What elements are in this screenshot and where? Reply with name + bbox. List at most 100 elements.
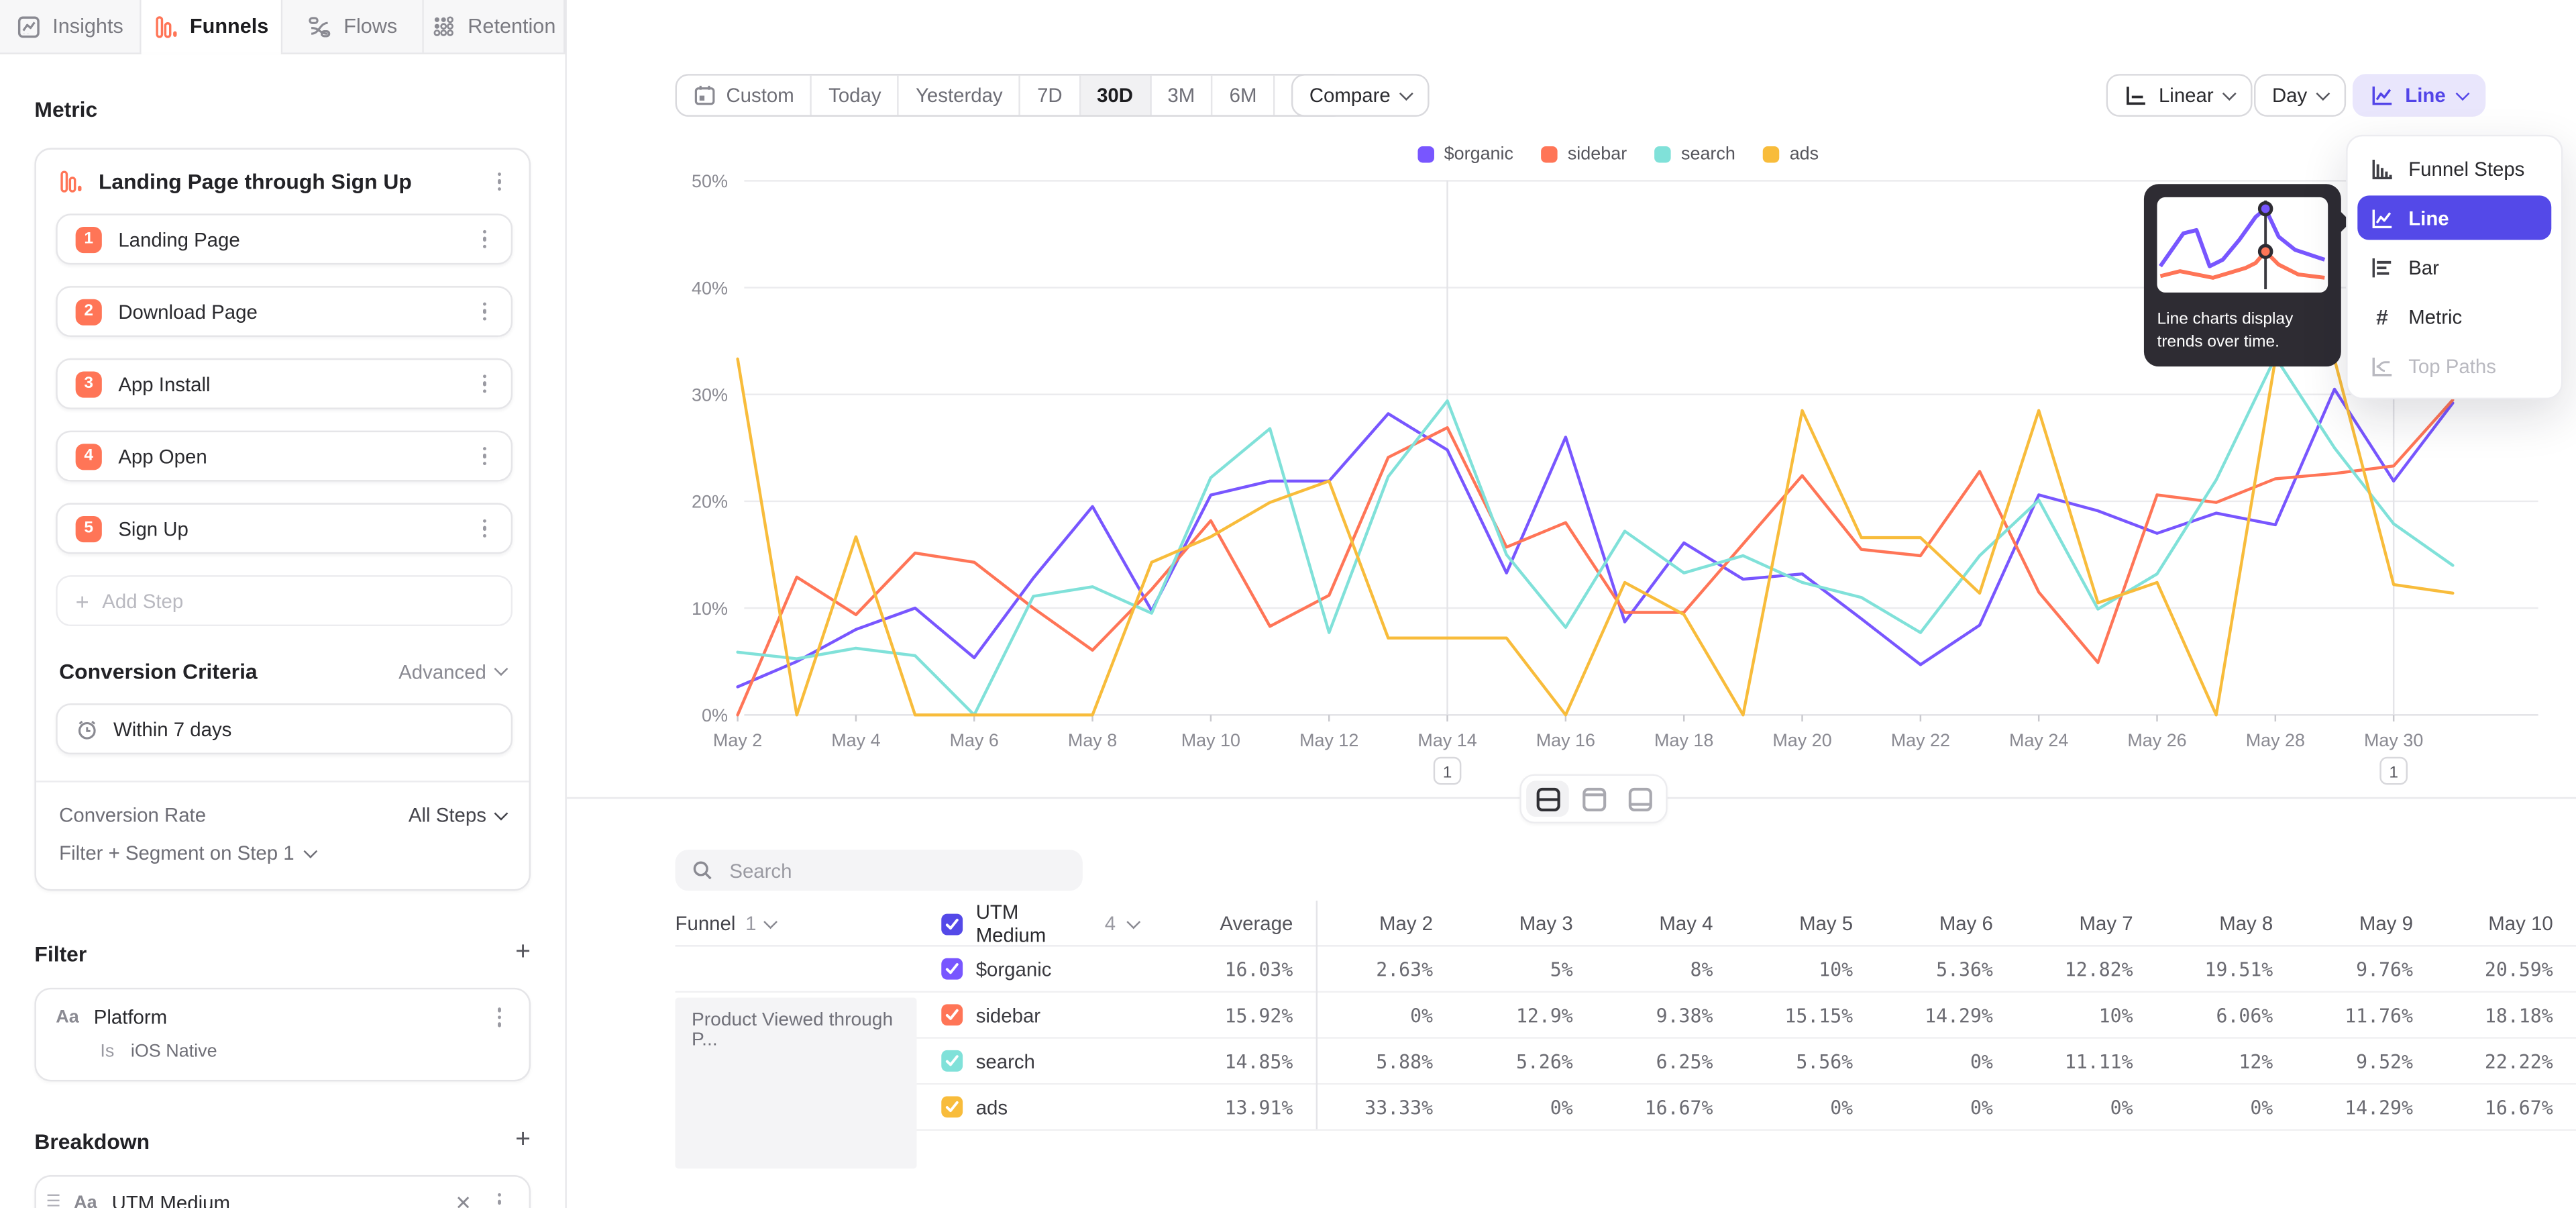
- row-checkbox[interactable]: [941, 1050, 963, 1072]
- series-search: [738, 357, 2453, 715]
- filter-value[interactable]: iOS Native: [131, 1042, 217, 1062]
- range-30d[interactable]: 30D: [1081, 76, 1151, 115]
- add-filter-button[interactable]: +: [515, 940, 531, 966]
- series-name: ads: [976, 1095, 1008, 1118]
- tab-retention[interactable]: Retention: [424, 0, 566, 52]
- filter-segment-toggle[interactable]: Filter + Segment on Step 1: [36, 827, 529, 868]
- series-name: sidebar: [976, 1003, 1040, 1026]
- insights-chart-icon: [16, 14, 41, 39]
- funnel-step-3[interactable]: 3 App Install: [56, 358, 513, 409]
- funnel-kebab-menu[interactable]: [490, 172, 509, 191]
- row-checkbox[interactable]: [941, 1004, 963, 1025]
- add-step-button[interactable]: + Add Step: [56, 575, 513, 626]
- value-cell: 0%: [1876, 1050, 2016, 1072]
- table-search[interactable]: [676, 850, 1083, 891]
- column-header-may-6[interactable]: May 6: [1876, 912, 2016, 935]
- svg-text:50%: 50%: [692, 171, 728, 191]
- breakdown-section-label: Breakdown: [34, 1128, 150, 1153]
- filter-property-name[interactable]: Platform: [94, 1006, 475, 1029]
- value-cell: 19.51%: [2156, 958, 2296, 980]
- interval-select[interactable]: Day: [2254, 74, 2347, 117]
- funnel-step-1[interactable]: 1 Landing Page: [56, 213, 513, 264]
- step-kebab-menu[interactable]: [475, 519, 494, 538]
- criteria-mode-select[interactable]: Advanced: [398, 660, 506, 683]
- value-cell: 16.67%: [2436, 1095, 2576, 1118]
- annotation-badge[interactable]: 1: [1434, 758, 1460, 784]
- average-column-header[interactable]: Average: [1138, 912, 1316, 935]
- select-all-checkbox[interactable]: [941, 913, 963, 934]
- conversion-window-button[interactable]: Within 7 days: [56, 703, 513, 754]
- layout-toggle-table-only[interactable]: [1618, 781, 1661, 817]
- annotation-badge[interactable]: 1: [2381, 758, 2407, 784]
- conversion-rate-label: Conversion Rate: [59, 804, 206, 827]
- tab-funnels[interactable]: Funnels: [142, 0, 283, 52]
- chevron-down-icon: [494, 662, 508, 676]
- menu-item-bar[interactable]: Bar: [2357, 245, 2551, 289]
- column-header-may-2[interactable]: May 2: [1316, 912, 1456, 935]
- add-breakdown-button[interactable]: +: [515, 1127, 531, 1154]
- column-header-may-8[interactable]: May 8: [2156, 912, 2296, 935]
- range-6m[interactable]: 6M: [1213, 76, 1275, 115]
- report-main: CustomTodayYesterday7D30D3M6M12M Compare…: [567, 0, 2576, 1208]
- funnel-name-cell[interactable]: Product Viewed through P...: [676, 998, 917, 1169]
- step-kebab-menu[interactable]: [475, 447, 494, 466]
- menu-item-line[interactable]: Line: [2357, 195, 2551, 240]
- value-cell: 33.33%: [1316, 1095, 1456, 1118]
- breakdown-table: Funnel 1 UTM Medium 4 Average May 2May 3…: [676, 901, 2576, 1131]
- range-7d[interactable]: 7D: [1021, 76, 1081, 115]
- step-kebab-menu[interactable]: [475, 374, 494, 393]
- range-custom[interactable]: Custom: [677, 76, 812, 115]
- tab-insights[interactable]: Insights: [0, 0, 142, 52]
- step-kebab-menu[interactable]: [475, 230, 494, 248]
- flows-icon: [307, 14, 332, 39]
- remove-breakdown-icon[interactable]: ✕: [455, 1191, 472, 1208]
- value-cell: 16.03%: [1138, 958, 1316, 980]
- svg-text:May 16: May 16: [1536, 730, 1595, 750]
- funnel-step-4[interactable]: 4 App Open: [56, 431, 513, 482]
- step-kebab-menu[interactable]: [475, 302, 494, 321]
- compare-button[interactable]: Compare: [1291, 74, 1430, 117]
- menu-item-funnel-steps[interactable]: Funnel Steps: [2357, 146, 2551, 191]
- column-header-may-7[interactable]: May 7: [2016, 912, 2156, 935]
- layout-toggle-chart-only[interactable]: [1572, 781, 1615, 817]
- breakdown-property-name[interactable]: UTM Medium: [112, 1191, 441, 1208]
- column-header-may-5[interactable]: May 5: [1736, 912, 1876, 935]
- chart-type-menu: Funnel StepsLineBar#MetricTop Paths: [2346, 135, 2563, 399]
- svg-text:May 10: May 10: [1181, 730, 1240, 750]
- svg-text:May 2: May 2: [713, 730, 762, 750]
- step-label: Download Page: [118, 300, 458, 323]
- value-cell: 20.59%: [2436, 958, 2576, 980]
- range-yesterday[interactable]: Yesterday: [900, 76, 1021, 115]
- tab-flows[interactable]: Flows: [282, 0, 424, 52]
- svg-text:May 14: May 14: [1417, 730, 1477, 750]
- drag-handle-icon[interactable]: ☰: [46, 1193, 60, 1208]
- chevron-down-icon: [494, 806, 508, 820]
- chevron-down-icon: [1400, 86, 1414, 100]
- search-input[interactable]: [726, 857, 1066, 883]
- column-header-may-10[interactable]: May 10: [2436, 912, 2576, 935]
- conversion-rate-steps-select[interactable]: All Steps: [409, 804, 506, 827]
- menu-item-metric[interactable]: #Metric: [2357, 294, 2551, 338]
- filter-operator[interactable]: Is: [100, 1042, 114, 1062]
- column-header-may-4[interactable]: May 4: [1596, 912, 1736, 935]
- value-cell: 14.29%: [1876, 1003, 2016, 1026]
- funnel-step-2[interactable]: 2 Download Page: [56, 286, 513, 337]
- query-builder-sidebar: Metric Landing Page through Sign Up 1 La…: [0, 54, 565, 1208]
- series-organic: [738, 389, 2453, 687]
- row-checkbox[interactable]: [941, 958, 963, 980]
- row-checkbox[interactable]: [941, 1096, 963, 1117]
- chart-type-select[interactable]: Line: [2353, 74, 2485, 117]
- funnel-step-5[interactable]: 5 Sign Up: [56, 503, 513, 554]
- breakdown-column-select[interactable]: UTM Medium 4: [917, 901, 1139, 947]
- funnel-column-select[interactable]: Funnel 1: [676, 912, 917, 935]
- scale-select[interactable]: Linear: [2106, 74, 2253, 117]
- breakdown-kebab-menu[interactable]: [490, 1193, 509, 1208]
- range-3m[interactable]: 3M: [1151, 76, 1213, 115]
- column-header-may-3[interactable]: May 3: [1456, 912, 1596, 935]
- column-header-may-9[interactable]: May 9: [2296, 912, 2436, 935]
- layout-toggle-chart-and-table[interactable]: [1526, 781, 1569, 817]
- svg-text:May 22: May 22: [1891, 730, 1950, 750]
- value-cell: 8%: [1596, 958, 1736, 980]
- range-today[interactable]: Today: [812, 76, 900, 115]
- filter-kebab-menu[interactable]: [490, 1008, 509, 1027]
